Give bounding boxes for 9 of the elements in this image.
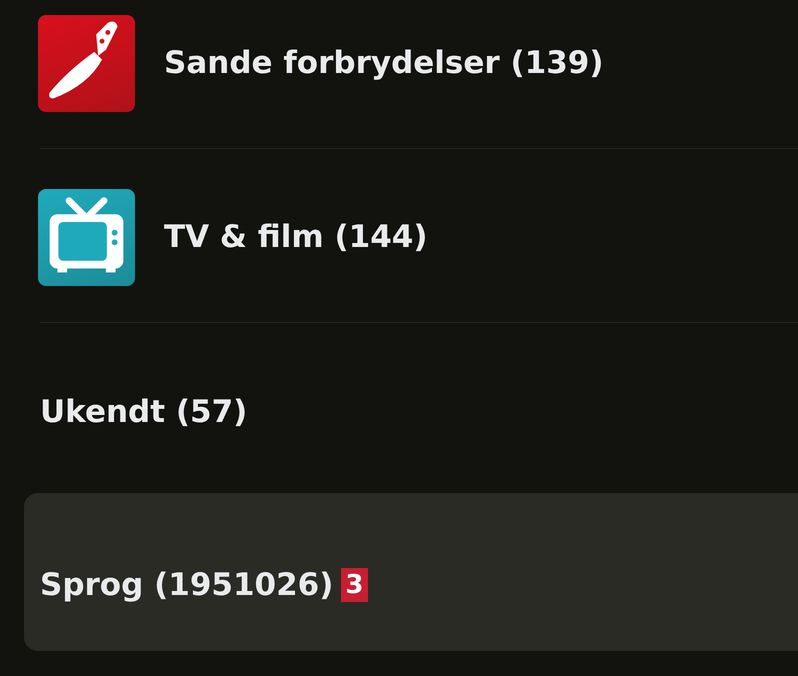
category-item[interactable]: TV & film (144) (38, 149, 798, 322)
category-label: TV & film (144) (164, 219, 428, 255)
number-badge: 3 (341, 568, 368, 602)
category-label: Ukendt (57) (40, 394, 248, 430)
selected-category-item[interactable]: Sprog (1951026) 3 (24, 493, 798, 651)
category-label: Sande forbrydelser (139) (164, 45, 604, 81)
category-label: Sprog (1951026) (40, 567, 334, 603)
category-item[interactable]: Sande forbrydelser (139) (38, 0, 798, 148)
category-item[interactable]: Ukendt (57) (40, 323, 798, 493)
